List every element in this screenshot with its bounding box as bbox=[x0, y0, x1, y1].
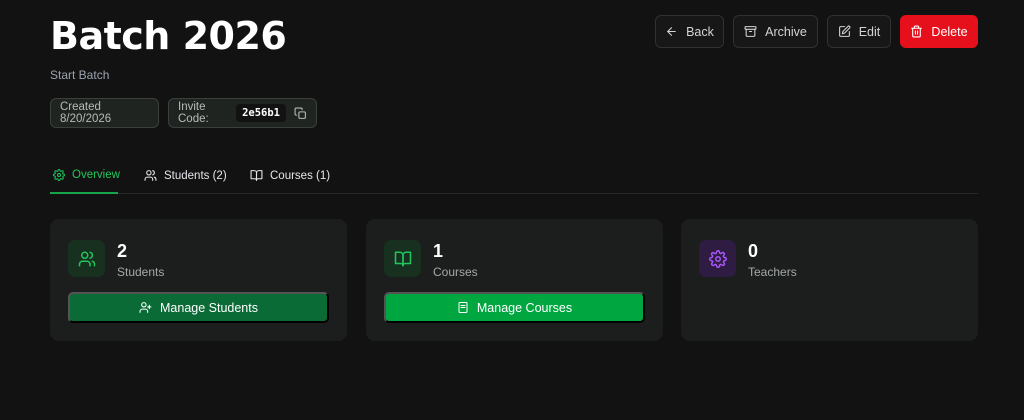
invite-code-label: Invite Code: bbox=[178, 101, 209, 125]
copy-icon[interactable] bbox=[294, 107, 307, 120]
page-subtitle: Start Batch bbox=[50, 68, 110, 82]
tab-bar: Overview Students (2) Courses (1) bbox=[50, 157, 978, 194]
users-icon bbox=[144, 169, 157, 182]
tab-courses[interactable]: Courses (1) bbox=[250, 157, 330, 194]
arrow-left-icon bbox=[665, 25, 678, 38]
edit-button[interactable]: Edit bbox=[827, 15, 891, 48]
teachers-label: Teachers bbox=[748, 265, 797, 279]
manage-courses-label: Manage Courses bbox=[476, 300, 573, 315]
archive-icon bbox=[744, 25, 757, 38]
page-title: Batch 2026 bbox=[50, 14, 287, 58]
delete-button[interactable]: Delete bbox=[900, 15, 978, 48]
invite-code-value: 2e56b1 bbox=[236, 104, 286, 122]
manage-students-label: Manage Students bbox=[160, 300, 258, 315]
courses-stat-card: 1 Courses Manage Courses bbox=[366, 219, 663, 341]
edit-icon bbox=[838, 25, 851, 38]
courses-count: 1 bbox=[433, 241, 444, 261]
book-open-icon bbox=[394, 250, 412, 268]
created-date-badge: Created 8/20/2026 bbox=[50, 98, 159, 128]
teachers-stat-card: 0 Teachers bbox=[681, 219, 978, 341]
students-icon-box bbox=[68, 240, 105, 277]
students-count: 2 bbox=[117, 241, 128, 261]
archive-label: Archive bbox=[765, 24, 807, 39]
teachers-icon-box bbox=[699, 240, 736, 277]
archive-button[interactable]: Archive bbox=[733, 15, 818, 48]
students-stat-card: 2 Students Manage Students bbox=[50, 219, 347, 341]
courses-icon-box bbox=[384, 240, 421, 277]
manage-students-button[interactable]: Manage Students bbox=[68, 292, 329, 323]
tab-students-label: Students (2) bbox=[164, 169, 227, 182]
courses-label: Courses bbox=[433, 265, 478, 279]
user-plus-icon bbox=[139, 301, 152, 314]
tab-courses-label: Courses (1) bbox=[270, 169, 331, 182]
delete-label: Delete bbox=[931, 24, 968, 39]
trash-icon bbox=[910, 25, 923, 38]
tab-students[interactable]: Students (2) bbox=[144, 157, 227, 194]
users-icon bbox=[78, 250, 96, 268]
invite-code-badge: Invite Code: 2e56b1 bbox=[168, 98, 317, 128]
teachers-count: 0 bbox=[748, 241, 759, 261]
tab-overview[interactable]: Overview bbox=[50, 157, 120, 194]
back-label: Back bbox=[686, 24, 714, 39]
tab-overview-label: Overview bbox=[72, 168, 120, 181]
created-date-text: Created 8/20/2026 bbox=[60, 101, 112, 125]
edit-label: Edit bbox=[858, 24, 881, 39]
book-icon bbox=[457, 301, 469, 314]
gear-icon bbox=[708, 249, 727, 268]
students-label: Students bbox=[117, 265, 165, 279]
manage-courses-button[interactable]: Manage Courses bbox=[384, 292, 645, 323]
back-button[interactable]: Back bbox=[655, 15, 724, 48]
gear-icon bbox=[53, 168, 65, 181]
book-open-icon bbox=[250, 169, 263, 182]
